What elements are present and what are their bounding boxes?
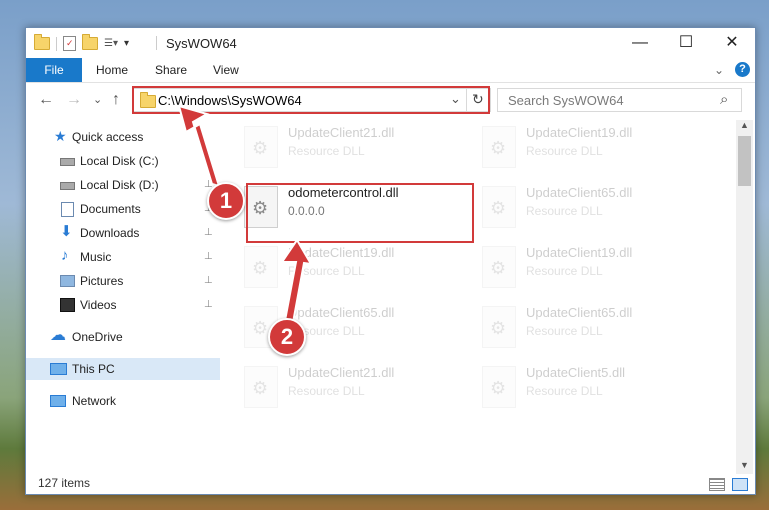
annotation-arrows	[177, 104, 313, 330]
callout-badge-2: 2	[268, 318, 306, 356]
arrow-to-file	[280, 238, 313, 330]
arrow-to-address-bar	[177, 104, 221, 188]
callout-badge-1: 1	[207, 182, 245, 220]
